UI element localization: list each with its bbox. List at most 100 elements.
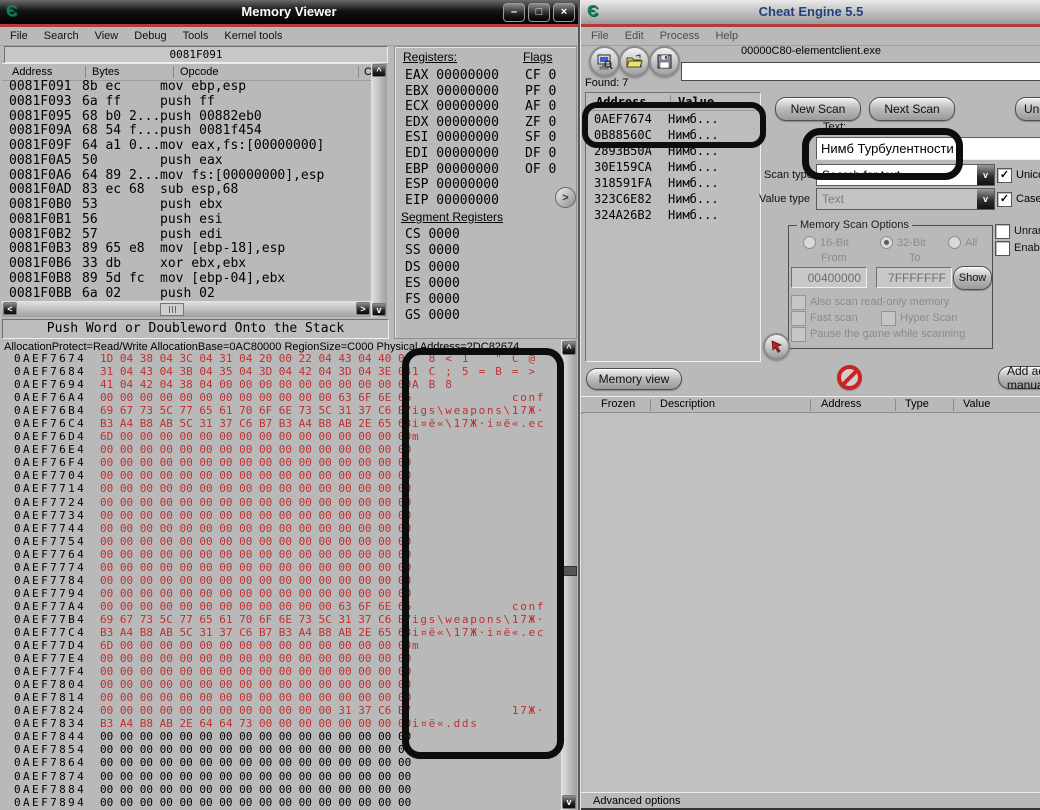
disasm-row[interactable]: 0081F0AD 83 ec 68 sub esp,68 xyxy=(2,182,371,198)
disasm-address-bar[interactable]: 0081F091 xyxy=(4,46,388,63)
disasm-row[interactable]: 0081F0A5 50 push eax xyxy=(2,153,371,169)
scroll-down-icon[interactable]: v xyxy=(372,303,386,316)
hex-row[interactable]: 0AEF7694 41 04 42 04 38 04 00 00 00 00 00… xyxy=(0,378,560,391)
hex-row[interactable]: 0AEF77F4 00 00 00 00 00 00 00 00 00 00 00… xyxy=(0,665,560,678)
hexview-dump[interactable]: 0AEF7674 1D 04 38 04 3C 04 31 04 20 00 22… xyxy=(0,352,560,809)
hex-row[interactable]: 0AEF76B4 69 67 73 5C 77 65 61 70 6F 6E 73… xyxy=(0,404,560,417)
disasm-row[interactable]: 0081F0B2 57 push edi xyxy=(2,227,371,243)
advanced-options-bar[interactable]: Advanced options xyxy=(581,792,1040,810)
undo-scan-button[interactable]: Undo scan xyxy=(1015,97,1040,121)
disasm-row[interactable]: 0081F0B0 53 push ebx xyxy=(2,197,371,213)
scroll-right-icon[interactable]: > xyxy=(356,302,370,315)
hex-row[interactable]: 0AEF76C4 B3 A4 B8 AB 5C 31 37 C6 B7 B3 A4… xyxy=(0,417,560,430)
hex-row[interactable]: 0AEF7784 00 00 00 00 00 00 00 00 00 00 00… xyxy=(0,574,560,587)
hex-row[interactable]: 0AEF76F4 00 00 00 00 00 00 00 00 00 00 00… xyxy=(0,456,560,469)
close-icon[interactable]: × xyxy=(553,3,575,22)
menu-item-file[interactable]: File xyxy=(583,28,617,44)
hex-row[interactable]: 0AEF7854 00 00 00 00 00 00 00 00 00 00 00… xyxy=(0,743,560,756)
unicode-checkbox[interactable]: ✓ Unicode xyxy=(997,168,1040,183)
case-sensitive-checkbox[interactable]: ✓ Case sensitive xyxy=(997,192,1040,207)
hex-row[interactable]: 0AEF7704 00 00 00 00 00 00 00 00 00 00 00… xyxy=(0,469,560,482)
hex-row[interactable]: 0AEF77A4 00 00 00 00 00 00 00 00 00 00 00… xyxy=(0,600,560,613)
scan-value-input[interactable] xyxy=(816,137,1040,160)
cheat-engine-titlebar[interactable]: Є Cheat Engine 5.5 xyxy=(581,0,1040,24)
disasm-row[interactable]: 0081F093 6a ff push ff xyxy=(2,94,371,110)
expand-registers-button[interactable]: > xyxy=(555,187,576,208)
disasm-row[interactable]: 0081F09A 68 54 f...push 0081f454 xyxy=(2,123,371,139)
menu-item-edit[interactable]: Edit xyxy=(617,28,652,44)
hex-row[interactable]: 0AEF7764 00 00 00 00 00 00 00 00 00 00 00… xyxy=(0,548,560,561)
disasm-vertical-scrollbar[interactable]: ^ v xyxy=(371,63,387,317)
found-address-list[interactable]: Address Value 0AEF7674 Нимб... 0B88560C Ним… xyxy=(585,92,761,362)
disasm-row[interactable]: 0081F095 68 b0 2...push 00882eb0 xyxy=(2,109,371,125)
hex-row[interactable]: 0AEF76D4 6D 00 00 00 00 00 00 00 00 00 00… xyxy=(0,430,560,443)
menu-item-file[interactable]: File xyxy=(2,28,36,44)
found-row[interactable]: 323C6E82 Нимб... xyxy=(586,191,760,207)
disasm-row[interactable]: 0081F0B1 56 push esi xyxy=(2,212,371,228)
hex-row[interactable]: 0AEF77E4 00 00 00 00 00 00 00 00 00 00 00… xyxy=(0,652,560,665)
hex-row[interactable]: 0AEF7844 00 00 00 00 00 00 00 00 00 00 00… xyxy=(0,730,560,743)
scroll-up-icon[interactable]: ^ xyxy=(562,341,576,355)
hex-row[interactable]: 0AEF7684 31 04 43 04 3B 04 35 04 3D 04 42… xyxy=(0,365,560,378)
scroll-up-icon[interactable]: ^ xyxy=(372,64,386,77)
hex-row[interactable]: 0AEF7724 00 00 00 00 00 00 00 00 00 00 00… xyxy=(0,496,560,509)
scrollbar-thumb[interactable] xyxy=(563,566,577,576)
disasm-row[interactable]: 0081F0B3 89 65 e8 mov [ebp-18],esp xyxy=(2,241,371,257)
hexview-vertical-scrollbar[interactable]: ^ v xyxy=(561,340,577,810)
hex-row[interactable]: 0AEF7774 00 00 00 00 00 00 00 00 00 00 00… xyxy=(0,561,560,574)
found-list-header[interactable]: Address Value xyxy=(586,93,760,111)
new-scan-button[interactable]: New Scan xyxy=(775,97,861,121)
scroll-left-icon[interactable]: < xyxy=(3,302,17,315)
unrandomizer-checkbox[interactable]: Unrandomizer xyxy=(995,224,1040,239)
address-table-body[interactable] xyxy=(583,413,1040,792)
hex-row[interactable]: 0AEF76A4 00 00 00 00 00 00 00 00 00 00 00… xyxy=(0,391,560,404)
disasm-row[interactable]: 0081F09F 64 a1 0...mov eax,fs:[00000000] xyxy=(2,138,371,154)
scan-type-dropdown[interactable]: Search for text v xyxy=(816,164,995,186)
hex-row[interactable]: 0AEF76E4 00 00 00 00 00 00 00 00 00 00 00… xyxy=(0,443,560,456)
hex-row[interactable]: 0AEF7674 1D 04 38 04 3C 04 31 04 20 00 22… xyxy=(0,352,560,365)
hex-row[interactable]: 0AEF77B4 69 67 73 5C 77 65 61 70 6F 6E 73… xyxy=(0,613,560,626)
menu-item-search[interactable]: Search xyxy=(36,28,87,44)
hex-row[interactable]: 0AEF7814 00 00 00 00 00 00 00 00 00 00 00… xyxy=(0,691,560,704)
menu-item-view[interactable]: View xyxy=(87,28,127,44)
chevron-down-icon[interactable]: v xyxy=(977,165,994,185)
minimize-icon[interactable]: – xyxy=(503,3,525,22)
menu-item-debug[interactable]: Debug xyxy=(126,28,174,44)
scan-from-input[interactable] xyxy=(791,267,867,288)
menu-item-tools[interactable]: Tools xyxy=(175,28,217,44)
menu-item-help[interactable]: Help xyxy=(707,28,746,44)
disasm-horizontal-scrollbar[interactable]: < > xyxy=(2,301,371,317)
hex-row[interactable]: 0AEF7824 00 00 00 00 00 00 00 00 00 00 00… xyxy=(0,704,560,717)
hex-row[interactable]: 0AEF7884 00 00 00 00 00 00 00 00 00 00 00… xyxy=(0,783,560,796)
maximize-icon[interactable]: □ xyxy=(528,3,550,22)
disasm-row[interactable]: 0081F0B8 89 5d fc mov [ebp-04],ebx xyxy=(2,271,371,287)
memory-view-button[interactable]: Memory view xyxy=(586,368,682,390)
address-table-header[interactable]: Frozen Description Address Type Value xyxy=(581,396,1040,414)
pointer-scan-button[interactable] xyxy=(763,333,790,360)
disasm-row[interactable]: 0081F0B6 33 db xor ebx,ebx xyxy=(2,256,371,272)
disasm-row[interactable]: 0081F0BB 6a 02 push 02 xyxy=(2,286,371,302)
hex-row[interactable]: 0AEF7834 B3 A4 B8 AB 2E 64 64 73 00 00 00… xyxy=(0,717,560,730)
next-scan-button[interactable]: Next Scan xyxy=(869,97,955,121)
show-button[interactable]: Show xyxy=(953,266,992,290)
found-row[interactable]: 324A26B2 Нимб... xyxy=(586,207,760,223)
hex-row[interactable]: 0AEF7894 00 00 00 00 00 00 00 00 00 00 00… xyxy=(0,796,560,809)
hex-row[interactable]: 0AEF7864 00 00 00 00 00 00 00 00 00 00 00… xyxy=(0,756,560,769)
enable-speedhack-checkbox[interactable]: Enable Speedhack xyxy=(995,241,1040,256)
hex-row[interactable]: 0AEF77D4 6D 00 00 00 00 00 00 00 00 00 00… xyxy=(0,639,560,652)
hex-row[interactable]: 0AEF7874 00 00 00 00 00 00 00 00 00 00 00… xyxy=(0,770,560,783)
add-address-button[interactable]: Add address manually xyxy=(998,364,1040,392)
disasm-row[interactable]: 0081F091 8b ec mov ebp,esp xyxy=(2,79,371,95)
menu-item-process[interactable]: Process xyxy=(652,28,708,44)
disasm-row[interactable]: 0081F0A6 64 89 2...mov fs:[00000000],esp xyxy=(2,168,371,184)
scrollbar-thumb[interactable] xyxy=(160,303,184,316)
hex-row[interactable]: 0AEF7794 00 00 00 00 00 00 00 00 00 00 00… xyxy=(0,587,560,600)
hex-row[interactable]: 0AEF77C4 B3 A4 B8 AB 5C 31 37 C6 B7 B3 A4… xyxy=(0,626,560,639)
hex-row[interactable]: 0AEF7744 00 00 00 00 00 00 00 00 00 00 00… xyxy=(0,522,560,535)
hex-row[interactable]: 0AEF7734 00 00 00 00 00 00 00 00 00 00 00… xyxy=(0,509,560,522)
hex-row[interactable]: 0AEF7714 00 00 00 00 00 00 00 00 00 00 00… xyxy=(0,482,560,495)
found-row[interactable]: 318591FA Нимб... xyxy=(586,175,760,191)
menu-item-kernel-tools[interactable]: Kernel tools xyxy=(216,28,290,44)
scroll-down-icon[interactable]: v xyxy=(562,795,576,809)
scan-to-input[interactable] xyxy=(876,267,952,288)
